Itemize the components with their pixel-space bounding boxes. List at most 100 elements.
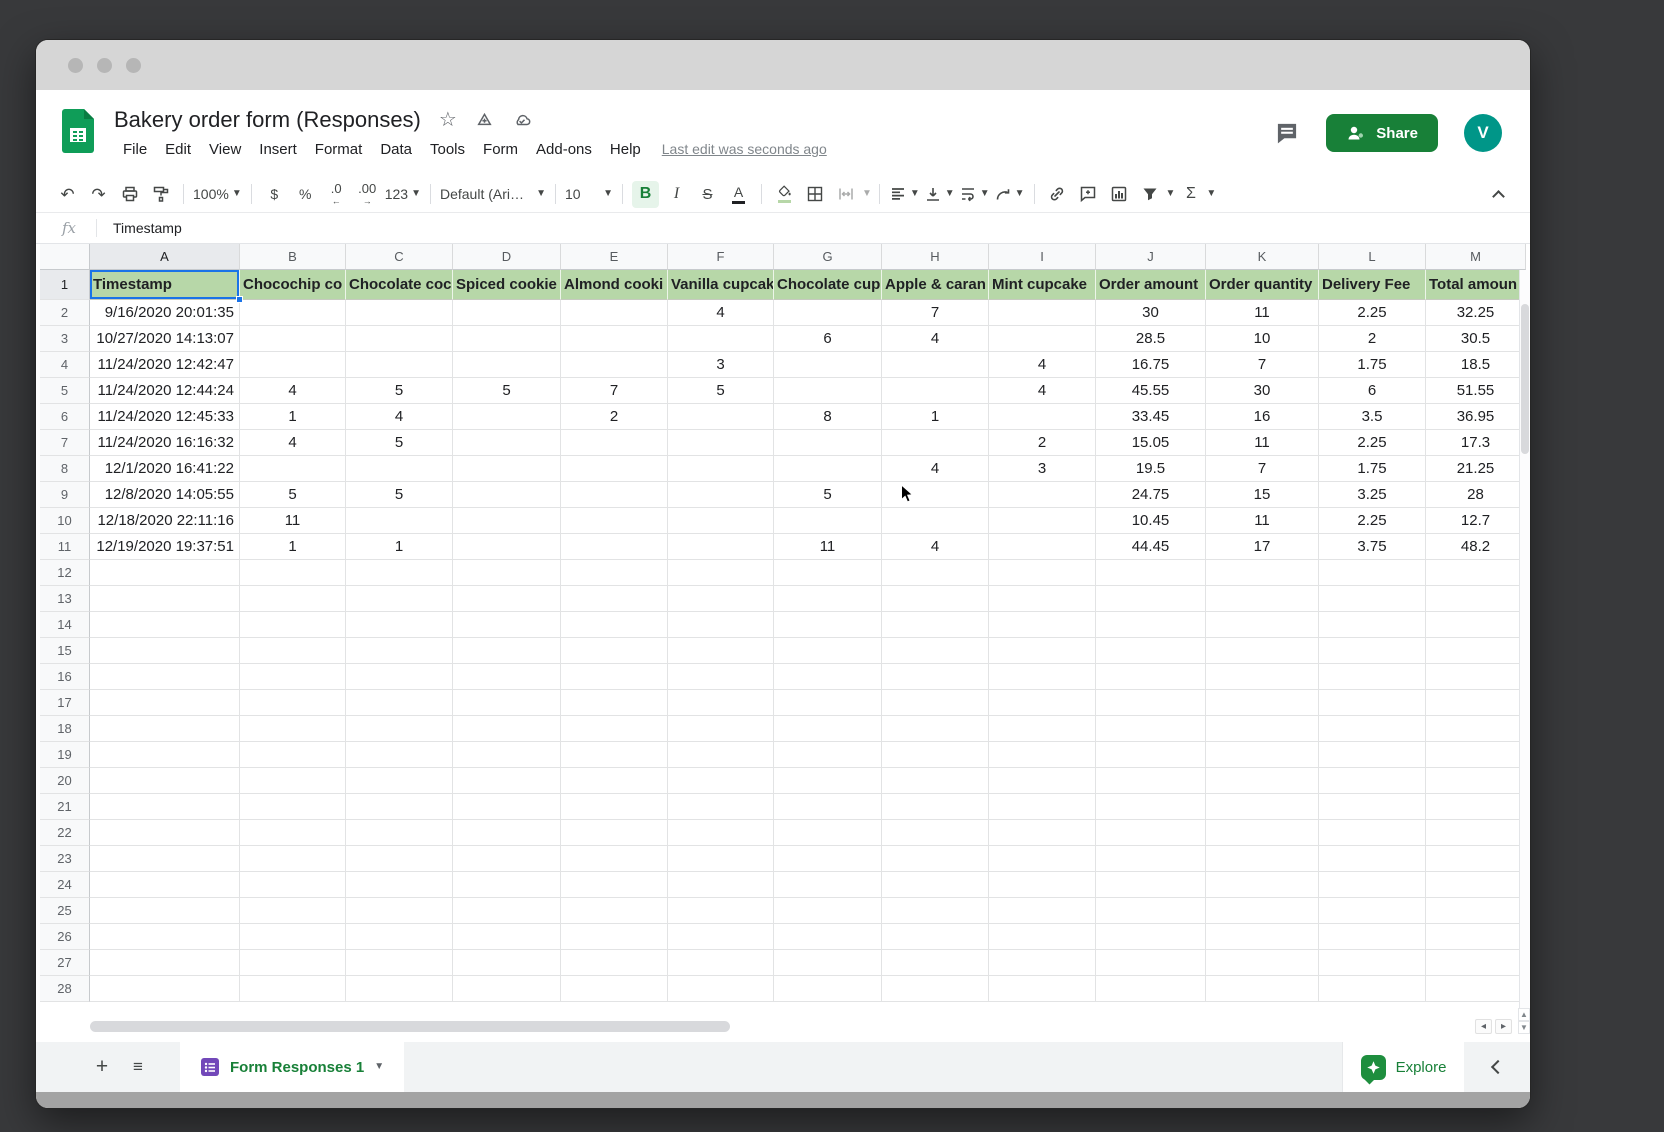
cell-M23[interactable] xyxy=(1426,846,1526,872)
cell-C16[interactable] xyxy=(346,664,453,690)
column-header-G[interactable]: G xyxy=(774,244,882,270)
cell-I21[interactable] xyxy=(989,794,1096,820)
cell-M19[interactable] xyxy=(1426,742,1526,768)
menu-file[interactable]: File xyxy=(114,139,156,160)
cell-E25[interactable] xyxy=(561,898,668,924)
sheets-logo-icon[interactable] xyxy=(62,109,94,158)
column-header-M[interactable]: M xyxy=(1426,244,1526,270)
cell-H22[interactable] xyxy=(882,820,989,846)
account-avatar[interactable]: V xyxy=(1464,114,1502,152)
cell-M5[interactable]: 51.55 xyxy=(1426,378,1526,404)
cell-A1[interactable]: Timestamp xyxy=(90,270,240,300)
cell-D4[interactable] xyxy=(453,352,561,378)
scroll-down-icon[interactable]: ▼ xyxy=(1518,1021,1530,1034)
cell-C7[interactable]: 5 xyxy=(346,430,453,456)
cell-I10[interactable] xyxy=(989,508,1096,534)
cell-M10[interactable]: 12.7 xyxy=(1426,508,1526,534)
cell-J25[interactable] xyxy=(1096,898,1206,924)
cell-I7[interactable]: 2 xyxy=(989,430,1096,456)
collapse-panel-button[interactable] xyxy=(1466,1042,1530,1092)
text-wrap-button[interactable]: ▼ xyxy=(959,181,990,208)
cell-L3[interactable]: 2 xyxy=(1319,326,1426,352)
cell-A8[interactable]: 12/1/2020 16:41:22 xyxy=(90,456,240,482)
last-edit-link[interactable]: Last edit was seconds ago xyxy=(662,141,827,157)
font-family-select[interactable]: Default (Ari…▼ xyxy=(440,181,546,208)
cell-F6[interactable] xyxy=(668,404,774,430)
cell-C15[interactable] xyxy=(346,638,453,664)
cell-F9[interactable] xyxy=(668,482,774,508)
borders-button[interactable] xyxy=(802,181,829,208)
cell-G17[interactable] xyxy=(774,690,882,716)
cell-I17[interactable] xyxy=(989,690,1096,716)
cell-C9[interactable]: 5 xyxy=(346,482,453,508)
comment-history-icon[interactable] xyxy=(1274,120,1300,146)
cell-C5[interactable]: 5 xyxy=(346,378,453,404)
cell-F23[interactable] xyxy=(668,846,774,872)
cell-B11[interactable]: 1 xyxy=(240,534,346,560)
cell-J19[interactable] xyxy=(1096,742,1206,768)
cell-M26[interactable] xyxy=(1426,924,1526,950)
cell-I14[interactable] xyxy=(989,612,1096,638)
cell-B20[interactable] xyxy=(240,768,346,794)
cell-F7[interactable] xyxy=(668,430,774,456)
strikethrough-button[interactable]: S xyxy=(694,181,721,208)
window-close-button[interactable] xyxy=(68,58,83,73)
cell-B16[interactable] xyxy=(240,664,346,690)
cell-I20[interactable] xyxy=(989,768,1096,794)
print-button[interactable] xyxy=(116,181,143,208)
cell-I19[interactable] xyxy=(989,742,1096,768)
scroll-up-icon[interactable]: ▲ xyxy=(1518,1008,1530,1021)
cell-A15[interactable] xyxy=(90,638,240,664)
cell-F15[interactable] xyxy=(668,638,774,664)
cell-B21[interactable] xyxy=(240,794,346,820)
row-header-13[interactable]: 13 xyxy=(40,586,90,612)
horizontal-scrollbar[interactable] xyxy=(90,1021,1470,1032)
cell-L26[interactable] xyxy=(1319,924,1426,950)
cell-M2[interactable]: 32.25 xyxy=(1426,300,1526,326)
cell-G21[interactable] xyxy=(774,794,882,820)
window-minimize-button[interactable] xyxy=(97,58,112,73)
cell-I6[interactable] xyxy=(989,404,1096,430)
cell-H12[interactable] xyxy=(882,560,989,586)
row-header-12[interactable]: 12 xyxy=(40,560,90,586)
cell-L13[interactable] xyxy=(1319,586,1426,612)
cell-I2[interactable] xyxy=(989,300,1096,326)
all-sheets-button[interactable]: ≡ xyxy=(120,1042,156,1092)
increase-decimal-button[interactable]: .00→ xyxy=(354,181,381,208)
cell-A2[interactable]: 9/16/2020 20:01:35 xyxy=(90,300,240,326)
add-sheet-button[interactable]: + xyxy=(84,1042,120,1092)
column-header-B[interactable]: B xyxy=(240,244,346,270)
cell-M21[interactable] xyxy=(1426,794,1526,820)
cell-G22[interactable] xyxy=(774,820,882,846)
cell-J24[interactable] xyxy=(1096,872,1206,898)
row-header-24[interactable]: 24 xyxy=(40,872,90,898)
cell-B28[interactable] xyxy=(240,976,346,1002)
cell-G27[interactable] xyxy=(774,950,882,976)
cell-B1[interactable]: Chocochip co xyxy=(240,270,346,300)
horizontal-align-button[interactable]: ▼ xyxy=(889,181,920,208)
bold-button[interactable]: B xyxy=(632,181,659,208)
cell-D8[interactable] xyxy=(453,456,561,482)
cell-D16[interactable] xyxy=(453,664,561,690)
cell-E9[interactable] xyxy=(561,482,668,508)
cell-D10[interactable] xyxy=(453,508,561,534)
cell-I5[interactable]: 4 xyxy=(989,378,1096,404)
cell-A6[interactable]: 11/24/2020 12:45:33 xyxy=(90,404,240,430)
menu-help[interactable]: Help xyxy=(601,139,650,160)
cell-G11[interactable]: 11 xyxy=(774,534,882,560)
cell-D27[interactable] xyxy=(453,950,561,976)
cell-A23[interactable] xyxy=(90,846,240,872)
cell-I18[interactable] xyxy=(989,716,1096,742)
cell-A14[interactable] xyxy=(90,612,240,638)
cell-L21[interactable] xyxy=(1319,794,1426,820)
cell-I27[interactable] xyxy=(989,950,1096,976)
menu-insert[interactable]: Insert xyxy=(250,139,306,160)
cell-E28[interactable] xyxy=(561,976,668,1002)
row-header-25[interactable]: 25 xyxy=(40,898,90,924)
cell-C14[interactable] xyxy=(346,612,453,638)
formula-input[interactable]: Timestamp xyxy=(113,220,182,236)
cell-B22[interactable] xyxy=(240,820,346,846)
cell-E27[interactable] xyxy=(561,950,668,976)
cell-J21[interactable] xyxy=(1096,794,1206,820)
menu-format[interactable]: Format xyxy=(306,139,372,160)
